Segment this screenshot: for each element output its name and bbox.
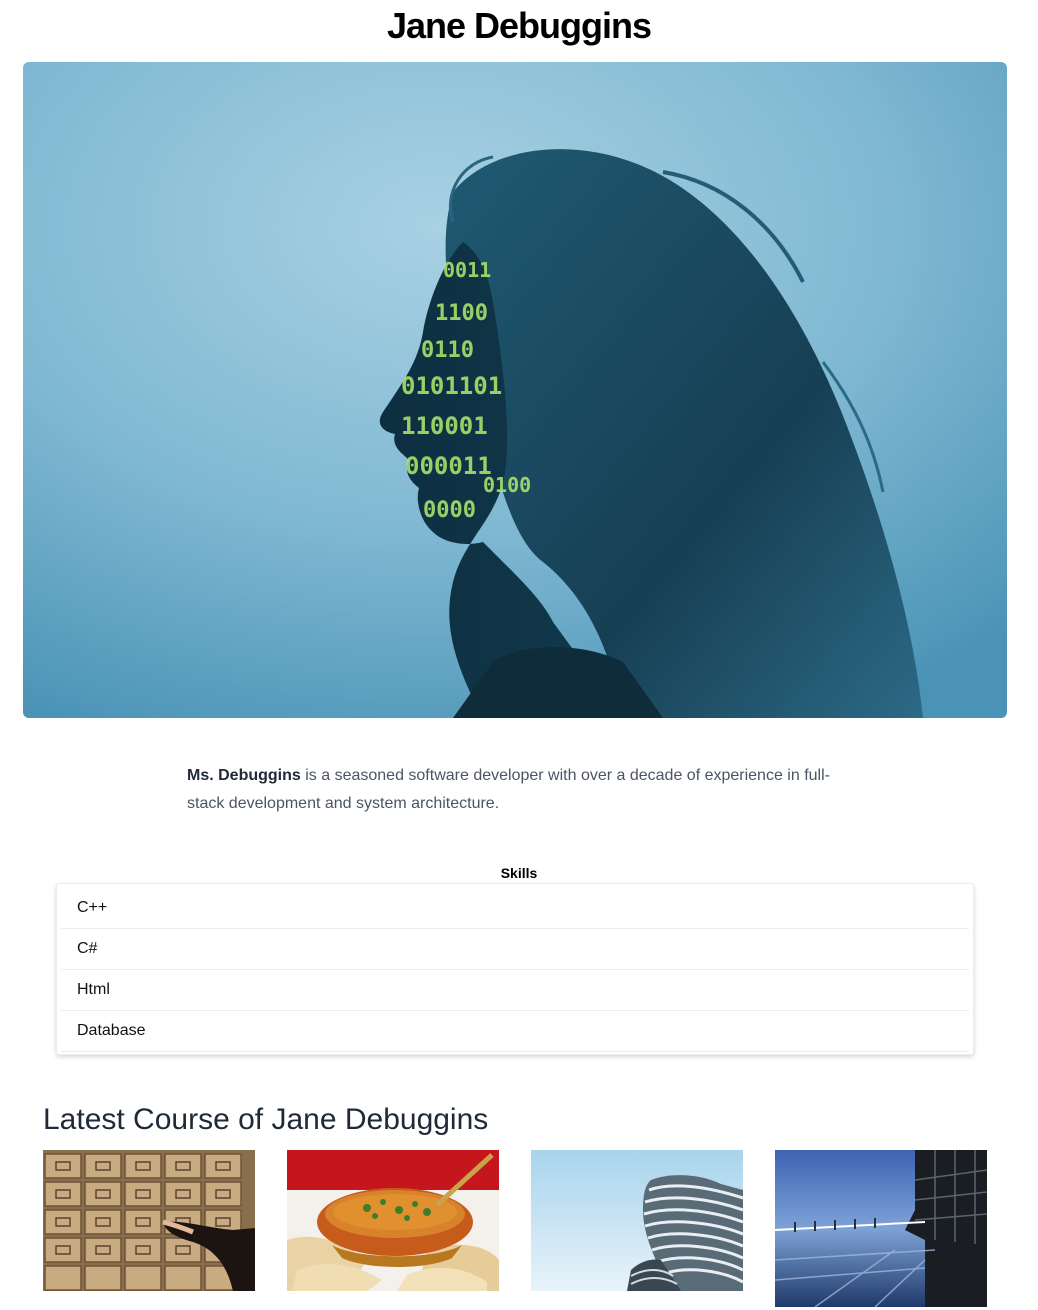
binary-text: 0000 — [423, 498, 476, 523]
binary-text: 0110 — [421, 338, 474, 363]
course-card-curry[interactable] — [287, 1150, 499, 1291]
spiral-tower-image — [531, 1150, 743, 1291]
curry-bowl-image — [287, 1150, 499, 1291]
course-card-tower[interactable] — [531, 1150, 743, 1291]
filing-cabinet-image — [43, 1150, 255, 1291]
skills-list: C++ C# Html Database — [57, 884, 973, 1052]
skill-item: C# — [61, 929, 969, 970]
skills-list-card: C++ C# Html Database — [56, 883, 974, 1055]
hero-image: 0011 1100 0110 0101101 110001 000011 000… — [23, 62, 1007, 718]
binary-text: 000011 — [405, 452, 492, 480]
binary-text: 0100 — [483, 473, 531, 497]
binary-text: 0101101 — [401, 372, 502, 400]
profile-page: Jane Debuggins 0011 1100 0110 0101101 11… — [0, 0, 1038, 1310]
course-card-filing-cabinet[interactable] — [43, 1150, 255, 1291]
skills-heading: Skills — [500, 865, 538, 881]
binary-text: 1100 — [435, 301, 488, 326]
skill-item: Html — [61, 970, 969, 1011]
skill-item: Database — [61, 1011, 969, 1052]
bio-paragraph: Ms. Debuggins is a seasoned software dev… — [187, 762, 851, 818]
course-card-building[interactable] — [775, 1150, 987, 1307]
page-title: Jane Debuggins — [386, 5, 652, 46]
binary-text: 110001 — [401, 412, 488, 440]
binary-text: 0011 — [443, 258, 491, 282]
courses-heading: Latest Course of Jane Debuggins — [43, 1103, 489, 1136]
bio-name: Ms. Debuggins — [187, 767, 301, 784]
skill-item: C++ — [61, 888, 969, 929]
glass-building-image — [775, 1150, 987, 1307]
